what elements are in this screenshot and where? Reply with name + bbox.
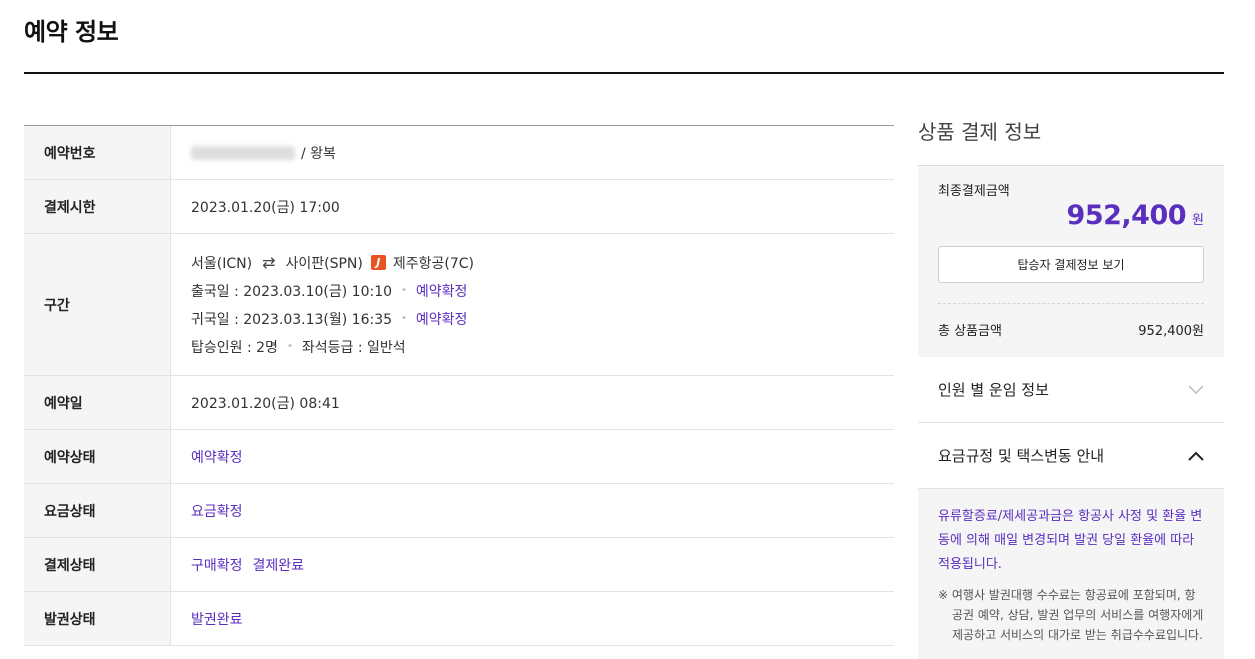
total-product-amount-row: 총 상품금액 952,400원 [938, 320, 1204, 339]
airline-name: 제주항공(7C) [392, 255, 474, 272]
depart-status: 예약확정 [415, 283, 468, 300]
page-title: 예약 정보 [24, 18, 119, 46]
row-value: 요금확정 [191, 503, 243, 520]
separator-dot: • [286, 341, 293, 352]
row-value: 구매확정 결제완료 [171, 538, 894, 591]
route-details: 서울(ICN) ⇄ 사이판(SPN) J 제주항공(7C) 출국일 : 2023… [191, 253, 474, 356]
row-value: 예약확정 [191, 449, 243, 466]
final-amount-label: 최종결제금액 [938, 184, 1010, 199]
fare-rules-notice: 유류할증료/제세공과금은 항공사 사정 및 환율 변동에 의해 매일 변경되며 … [918, 489, 1224, 659]
total-label: 총 상품금액 [938, 324, 1002, 339]
row-booked-date: 예약일 2023.01.20(금) 08:41 [24, 376, 894, 430]
origin: 서울(ICN) [191, 255, 253, 272]
row-label: 구간 [24, 234, 171, 375]
row-label: 요금상태 [24, 484, 171, 537]
row-ticket-status: 발권상태 발권완료 [24, 592, 894, 646]
accordion-fare-by-person[interactable]: 인원 별 운임 정보 [918, 357, 1224, 423]
swap-arrows-icon: ⇄ [262, 253, 276, 272]
reservation-number-masked [191, 145, 295, 160]
row-value: 2023.01.20(금) 17:00 [191, 199, 340, 216]
row-label: 결제시한 [24, 180, 171, 233]
row-label: 발권상태 [24, 592, 171, 645]
row-value: 서울(ICN) ⇄ 사이판(SPN) J 제주항공(7C) 출국일 : 2023… [171, 234, 894, 375]
row-reservation-number: 예약번호 / 왕복 [24, 126, 894, 180]
destination: 사이판(SPN) [285, 255, 363, 272]
row-fare-status: 요금상태 요금확정 [24, 484, 894, 538]
separator-dot: • [401, 285, 407, 296]
accordion-label: 요금규정 및 택스변동 안내 [938, 447, 1105, 465]
notice-main-text: 유류할증료/제세공과금은 항공사 사정 및 환율 변동에 의해 매일 변경되며 … [938, 509, 1203, 572]
row-value: 발권완료 [191, 611, 243, 628]
row-value: / 왕복 [171, 126, 894, 179]
row-route: 구간 서울(ICN) ⇄ 사이판(SPN) J 제주항공(7C) 출국일 : 2… [24, 234, 894, 376]
passenger-payment-detail-button[interactable]: 탑승자 결제정보 보기 [938, 246, 1204, 283]
purchase-status: 구매확정 [191, 557, 243, 574]
passenger-count: 탑승인원 : 2명 [191, 339, 278, 356]
accordion-label: 인원 별 운임 정보 [938, 381, 1049, 399]
title-divider [24, 72, 1224, 74]
depart-datetime: 출국일 : 2023.03.10(금) 10:10 [191, 283, 393, 300]
chevron-down-icon [1188, 382, 1204, 398]
reservation-table: 예약번호 / 왕복 결제시한 2023.01.20(금) 17:00 구간 서울… [24, 125, 894, 646]
row-payment-status: 결제상태 구매확정 결제완료 [24, 538, 894, 592]
payment-section-title: 상품 결제 정보 [918, 120, 1042, 144]
notice-sub-text: ※ 여행사 발권대행 수수료는 항공료에 포함되며, 항공권 예약, 상담, 발… [938, 588, 1204, 642]
depart-line: 출국일 : 2023.03.10(금) 10:10 • 예약확정 [191, 282, 474, 300]
row-reservation-status: 예약상태 예약확정 [24, 430, 894, 484]
final-amount-value: 952,400 [1066, 200, 1187, 231]
row-value: 2023.01.20(금) 08:41 [191, 395, 340, 412]
return-line: 귀국일 : 2023.03.13(월) 16:35 • 예약확정 [191, 310, 474, 328]
row-payment-deadline: 결제시한 2023.01.20(금) 17:00 [24, 180, 894, 234]
trip-type: / 왕복 [301, 145, 336, 162]
separator-dot: • [401, 313, 407, 324]
seat-class: 좌석등급 : 일반석 [301, 339, 406, 356]
return-datetime: 귀국일 : 2023.03.13(월) 16:35 [191, 311, 393, 328]
row-label: 결제상태 [24, 538, 171, 591]
row-label: 예약상태 [24, 430, 171, 483]
passenger-line: 탑승인원 : 2명 • 좌석등급 : 일반석 [191, 338, 474, 356]
total-value: 952,400원 [1138, 324, 1204, 339]
return-status: 예약확정 [415, 311, 468, 328]
payment-summary: 최종결제금액 952,400 원 탑승자 결제정보 보기 총 상품금액 952,… [918, 165, 1224, 357]
route-summary: 서울(ICN) ⇄ 사이판(SPN) J 제주항공(7C) [191, 253, 474, 272]
final-amount: 952,400 원 [1067, 200, 1204, 231]
chevron-up-icon [1188, 448, 1204, 464]
final-amount-unit: 원 [1192, 213, 1204, 228]
airline-logo-icon: J [370, 255, 386, 270]
row-label: 예약번호 [24, 126, 171, 179]
accordion-fare-rules[interactable]: 요금규정 및 택스변동 안내 [918, 423, 1224, 489]
dashed-divider [938, 303, 1204, 304]
row-label: 예약일 [24, 376, 171, 429]
payment-complete-status: 결제완료 [252, 557, 305, 574]
